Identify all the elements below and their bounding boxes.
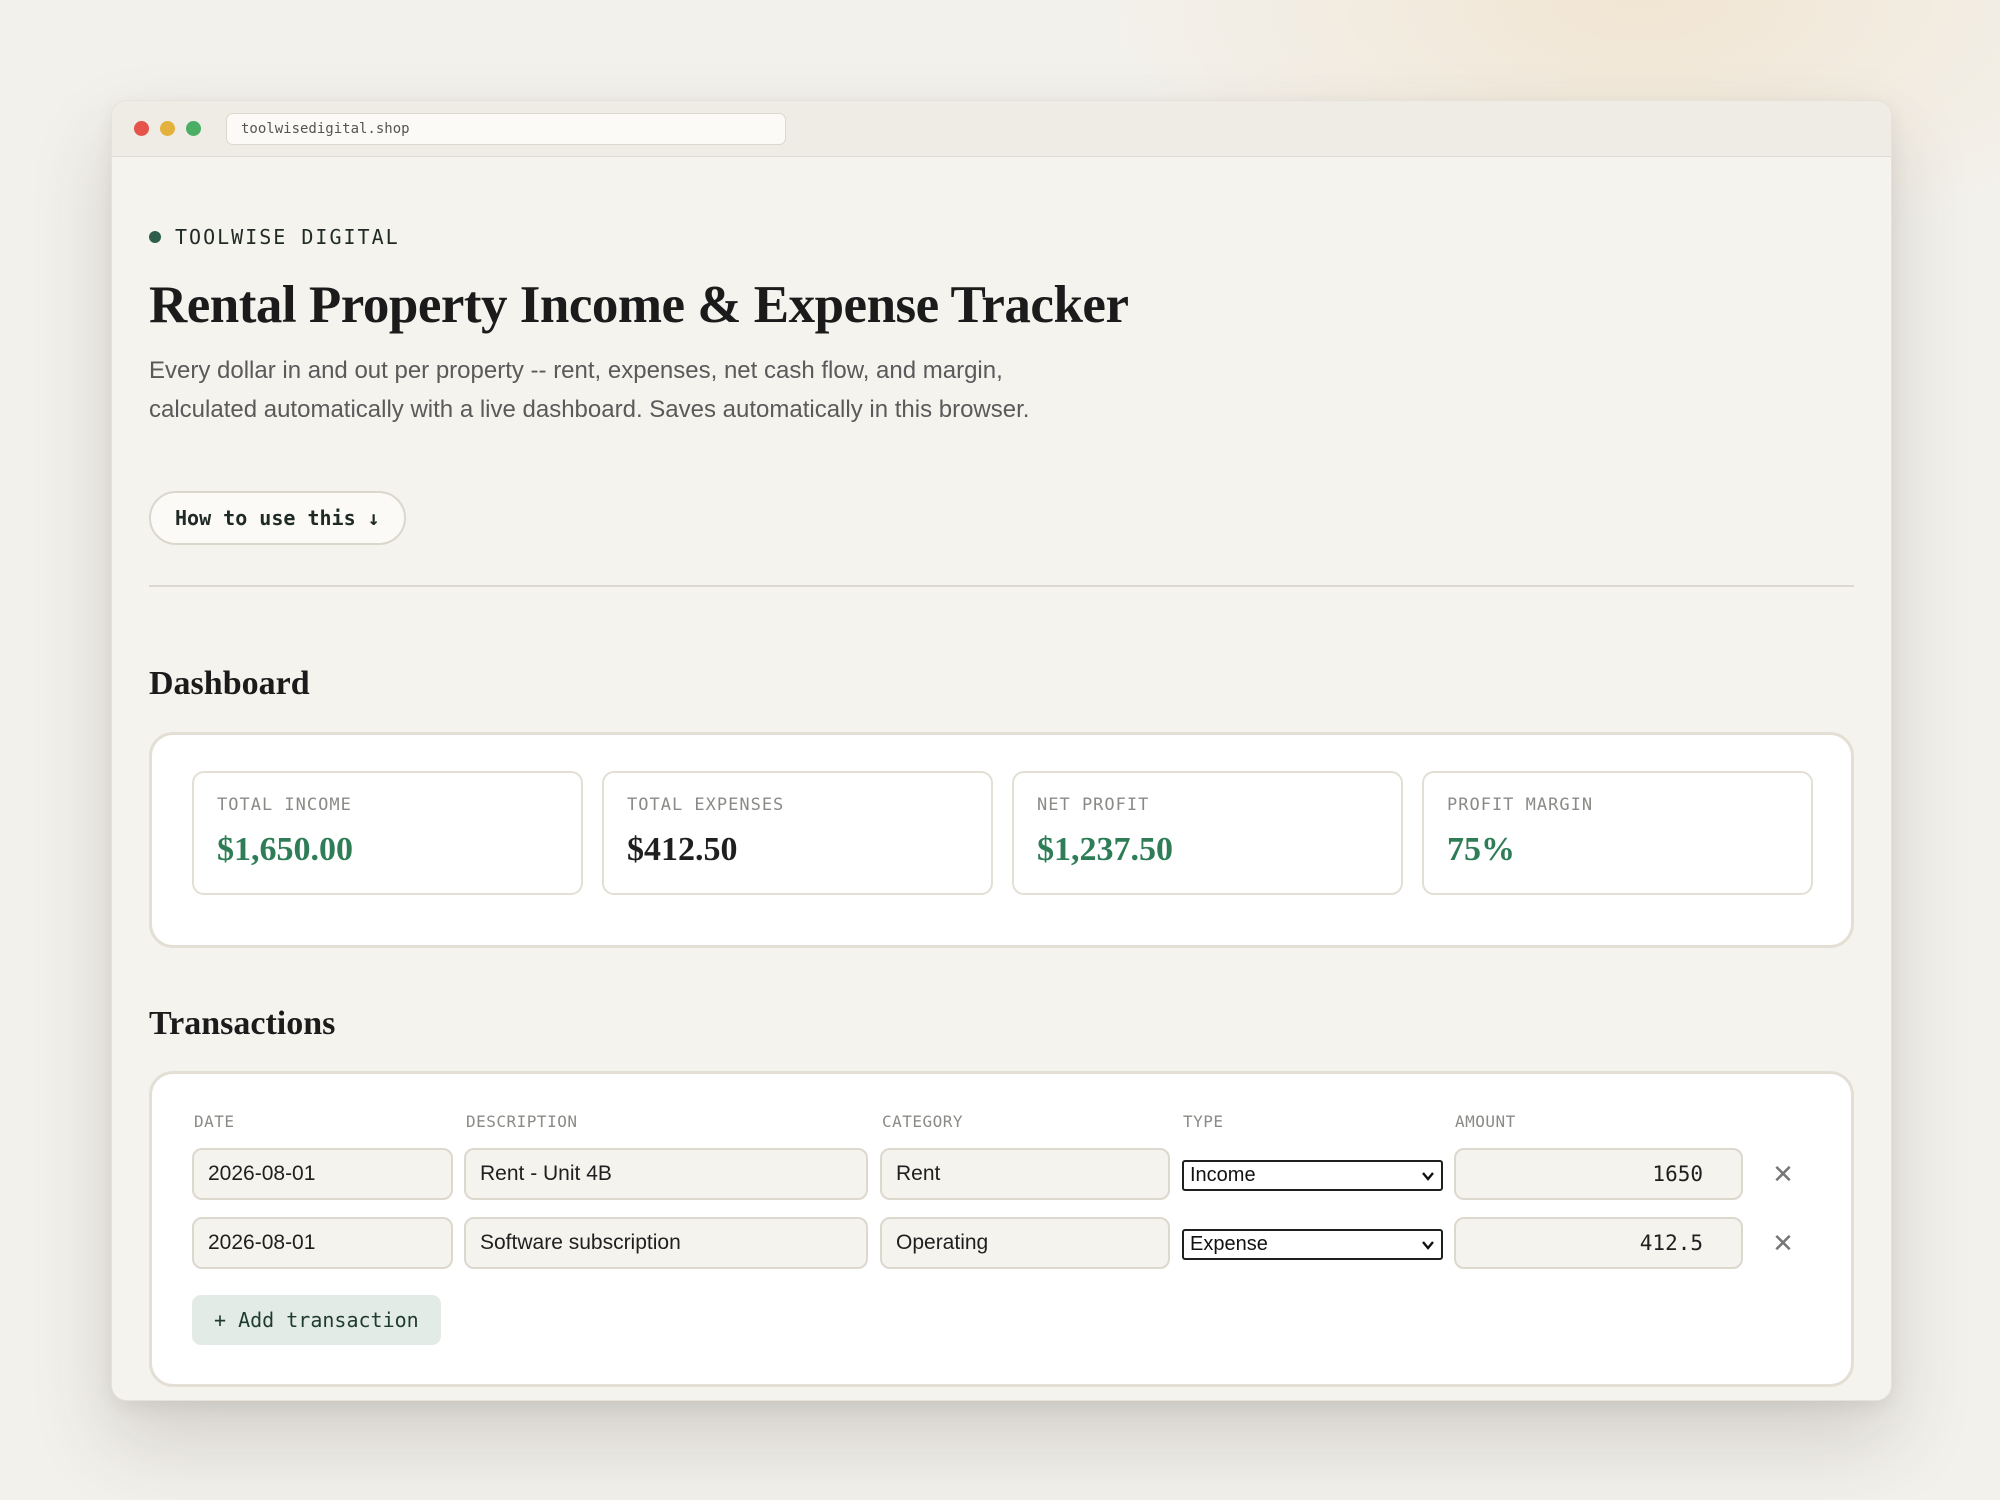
category-input[interactable]: Rent: [880, 1148, 1170, 1200]
type-select[interactable]: Expense: [1182, 1229, 1443, 1260]
date-input[interactable]: 2026-08-01: [192, 1217, 453, 1269]
chevron-down-icon: [1422, 1171, 1434, 1181]
stat-value: 75%: [1447, 831, 1515, 868]
stat-value: $412.50: [627, 831, 738, 868]
stat-label: TOTAL EXPENSES: [627, 795, 785, 815]
type-select-value: Income: [1190, 1164, 1256, 1186]
how-to-use-button[interactable]: How to use this ↓: [149, 491, 406, 545]
remove-row-icon[interactable]: ✕: [1769, 1229, 1797, 1257]
chevron-down-icon: [1422, 1240, 1434, 1250]
browser-titlebar: toolwisedigital.shop: [112, 101, 1891, 157]
amount-input[interactable]: 412.5: [1454, 1217, 1743, 1269]
transactions-panel: DATE DESCRIPTION CATEGORY TYPE AMOUNT 20…: [149, 1071, 1854, 1387]
description-input[interactable]: Rent - Unit 4B: [464, 1148, 868, 1200]
brand: TOOLWISE DIGITAL: [149, 225, 400, 249]
minimize-window-dot[interactable]: [160, 121, 175, 136]
stat-net-profit: NET PROFIT $1,237.50: [1012, 771, 1403, 895]
remove-row-icon[interactable]: ✕: [1769, 1160, 1797, 1188]
brand-dot-icon: [149, 231, 161, 243]
page-subtitle: Every dollar in and out per property -- …: [149, 357, 1030, 423]
column-header-date: DATE: [194, 1112, 235, 1131]
stat-profit-margin: PROFIT MARGIN 75%: [1422, 771, 1813, 895]
stat-label: NET PROFIT: [1037, 795, 1150, 815]
brand-name: TOOLWISE DIGITAL: [175, 225, 400, 249]
type-select[interactable]: Income: [1182, 1160, 1443, 1191]
close-window-dot[interactable]: [134, 121, 149, 136]
stat-value: $1,237.50: [1037, 831, 1173, 868]
add-transaction-button[interactable]: + Add transaction: [192, 1295, 441, 1345]
section-divider: [149, 585, 1854, 587]
type-select-value: Expense: [1190, 1233, 1268, 1255]
dashboard-heading: Dashboard: [149, 665, 310, 702]
column-header-description: DESCRIPTION: [466, 1112, 578, 1131]
stat-label: TOTAL INCOME: [217, 795, 352, 815]
column-header-amount: AMOUNT: [1455, 1112, 1516, 1131]
stat-total-income: TOTAL INCOME $1,650.00: [192, 771, 583, 895]
transactions-heading: Transactions: [149, 1005, 336, 1042]
column-header-category: CATEGORY: [882, 1112, 964, 1131]
amount-input[interactable]: 1650: [1454, 1148, 1743, 1200]
dashboard-panel: TOTAL INCOME $1,650.00 TOTAL EXPENSES $4…: [149, 732, 1854, 948]
date-input[interactable]: 2026-08-01: [192, 1148, 453, 1200]
description-input[interactable]: Software subscription: [464, 1217, 868, 1269]
column-header-type: TYPE: [1183, 1112, 1224, 1131]
stat-label: PROFIT MARGIN: [1447, 795, 1594, 815]
stat-total-expenses: TOTAL EXPENSES $412.50: [602, 771, 993, 895]
address-bar[interactable]: toolwisedigital.shop: [226, 112, 786, 145]
browser-window: toolwisedigital.shop TOOLWISE DIGITAL Re…: [111, 100, 1892, 1401]
page-title: Rental Property Income & Expense Tracker: [149, 276, 1129, 334]
category-input[interactable]: Operating: [880, 1217, 1170, 1269]
stat-value: $1,650.00: [217, 831, 353, 868]
maximize-window-dot[interactable]: [186, 121, 201, 136]
